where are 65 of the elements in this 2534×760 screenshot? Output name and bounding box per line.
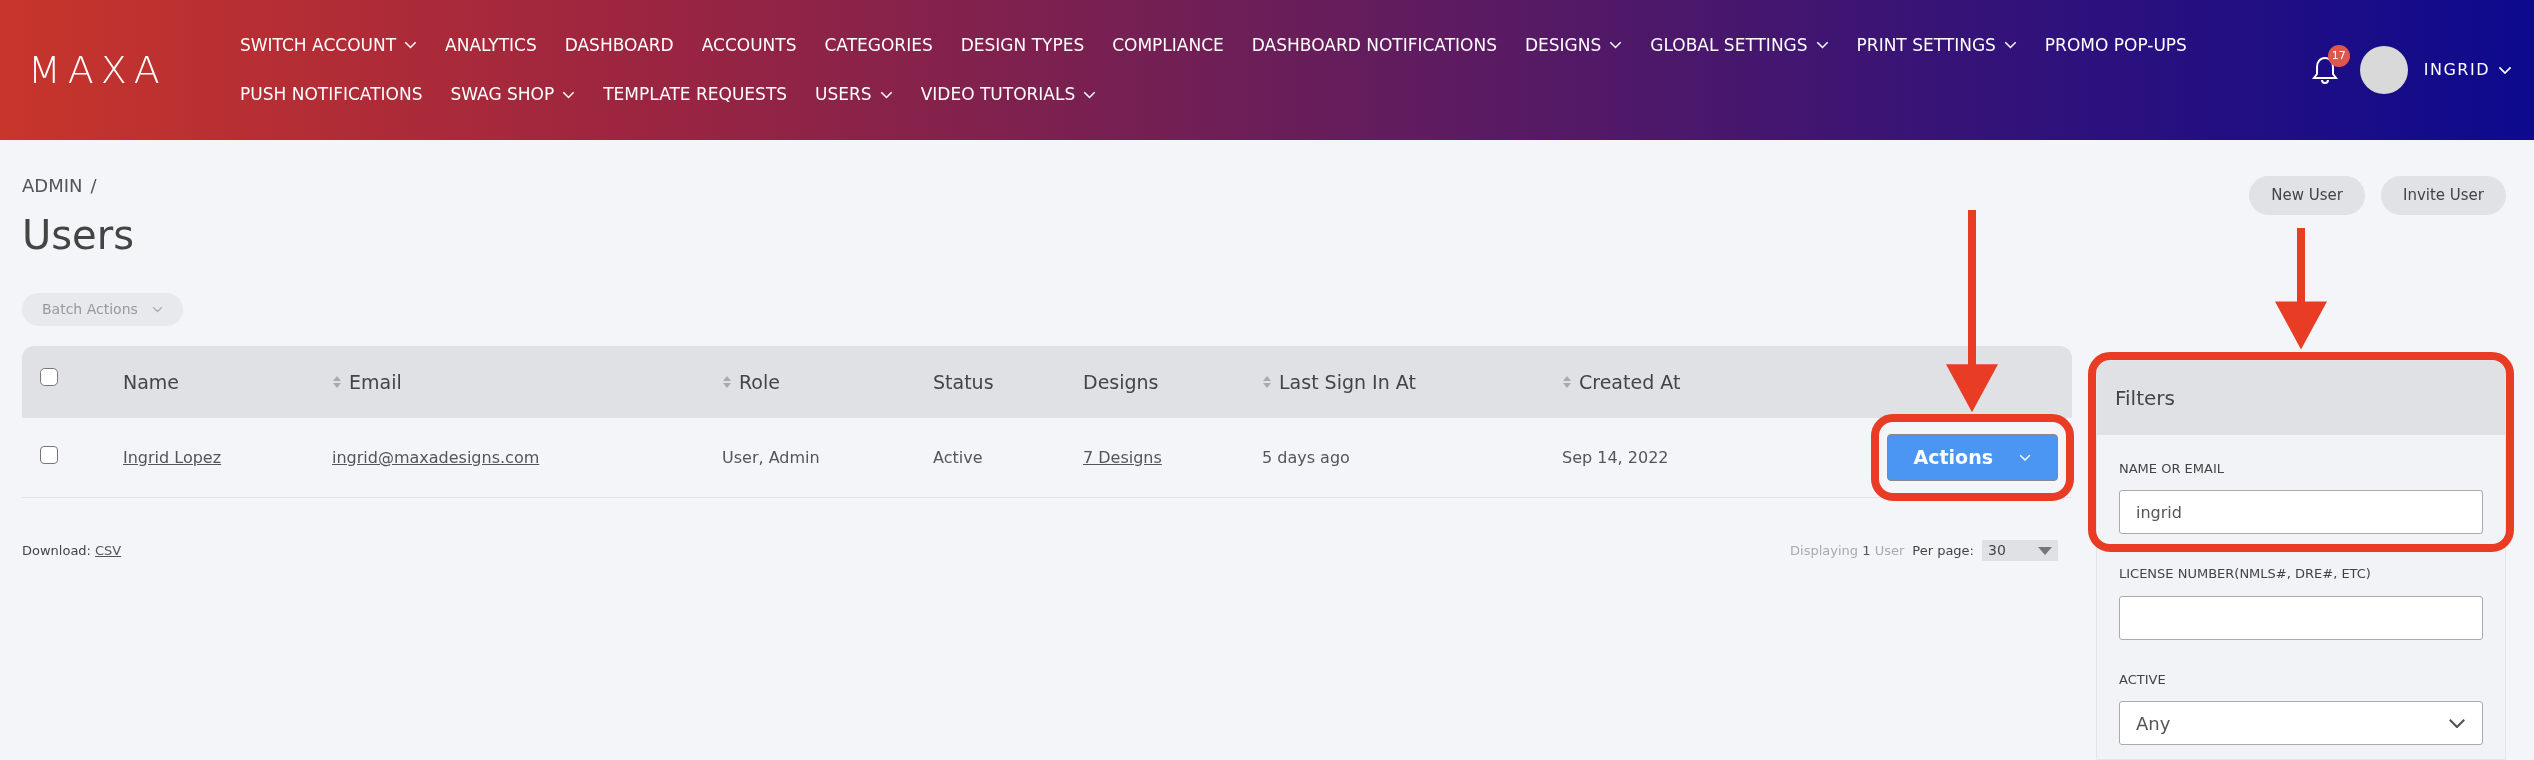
page-title: Users [22, 211, 135, 259]
field-label: NAME OR EMAIL [2119, 459, 2225, 478]
table-cell: User, Admin [722, 447, 820, 467]
nav-link[interactable]: PRINT SETTINGS [1856, 32, 2017, 58]
nav-link[interactable]: TEMPLATE REQUESTS [603, 82, 788, 108]
column-header: Designs [1083, 369, 1159, 395]
triangle-down-icon [2038, 546, 2052, 555]
text-field[interactable] [2119, 595, 2483, 640]
pagination-summary: Displaying 1 User [1790, 541, 1905, 560]
breadcrumb-separator: / [90, 174, 97, 198]
csv-link[interactable]: CSV [95, 540, 122, 561]
user-menu[interactable]: INGRID [2423, 58, 2512, 82]
field-label: LICENSE NUMBER(NMLS#, DRE#, ETC) [2119, 565, 2372, 583]
nav-link[interactable]: GLOBAL SETTINGS [1650, 32, 1829, 58]
text-field[interactable]: ingrid [2119, 490, 2483, 534]
nav-link[interactable]: CATEGORIES [824, 32, 933, 58]
column-header[interactable]: Email [333, 367, 402, 397]
chevron-down-icon [879, 90, 893, 99]
per-page-select[interactable]: 30 [1982, 540, 2058, 561]
chevron-down-icon [2448, 717, 2466, 729]
chevron-down-icon [2019, 453, 2031, 462]
chevron-down-icon [151, 306, 163, 313]
nav-link[interactable]: ANALYTICS [445, 32, 537, 58]
nav-link[interactable]: DESIGNS [1524, 32, 1623, 58]
avatar-placeholder[interactable] [2359, 46, 2408, 94]
nav-link[interactable]: SWAG SHOP [450, 82, 576, 108]
filters-title: Filters [2097, 360, 2505, 435]
table-link[interactable]: ingrid@maxadesigns.com [332, 447, 540, 467]
chevron-down-icon [1083, 90, 1097, 99]
breadcrumb-link[interactable]: ADMIN [22, 172, 83, 199]
nav-link[interactable]: PROMO POP-UPS [2044, 32, 2187, 58]
nav-link[interactable]: USERS [815, 82, 893, 108]
table-link[interactable]: 7 Designs [1083, 447, 1162, 467]
header-button[interactable]: Invite User [2380, 176, 2506, 215]
chevron-down-icon [562, 90, 576, 99]
column-header: Name [123, 369, 180, 395]
table-link[interactable]: Ingrid Lopez [123, 447, 222, 467]
logo-text: MAXA [28, 46, 168, 94]
chevron-down-icon [2498, 65, 2512, 75]
nav-link[interactable]: PUSH NOTIFICATIONS [240, 82, 423, 108]
chevron-down-icon [1609, 41, 1623, 50]
nav-link[interactable]: DASHBOARD NOTIFICATIONS [1251, 32, 1497, 58]
nav-link[interactable]: COMPLIANCE [1112, 32, 1224, 58]
chevron-down-icon [404, 41, 418, 50]
nav-link[interactable]: DESIGN TYPES [960, 32, 1085, 58]
table-cell: Sep 14, 2022 [1562, 447, 1669, 467]
header-button[interactable]: New User [2249, 176, 2365, 215]
select-field[interactable]: Any [2119, 701, 2483, 745]
column-header[interactable]: Created At [1563, 367, 1681, 397]
row-checkbox[interactable] [40, 445, 58, 464]
per-page-label: Per page: [1912, 541, 1974, 560]
chevron-down-icon [2003, 41, 2017, 50]
nav-link[interactable]: DASHBOARD [564, 32, 674, 58]
column-header[interactable]: Role [723, 367, 780, 397]
column-header: Status [933, 369, 994, 395]
nav-link[interactable]: VIDEO TUTORIALS [920, 82, 1097, 108]
field-label: ACTIVE [2119, 670, 2167, 689]
nav-link[interactable]: SWITCH ACCOUNT [240, 32, 418, 58]
notification-count: 17 [2327, 45, 2350, 67]
table-cell: Active [933, 447, 983, 467]
nav-link[interactable]: ACCOUNTS [701, 32, 797, 58]
table-cell: 5 days ago [1262, 447, 1350, 467]
download-label: Download: [22, 541, 91, 560]
chevron-down-icon [1815, 41, 1829, 50]
select-all-checkbox[interactable] [40, 367, 58, 386]
